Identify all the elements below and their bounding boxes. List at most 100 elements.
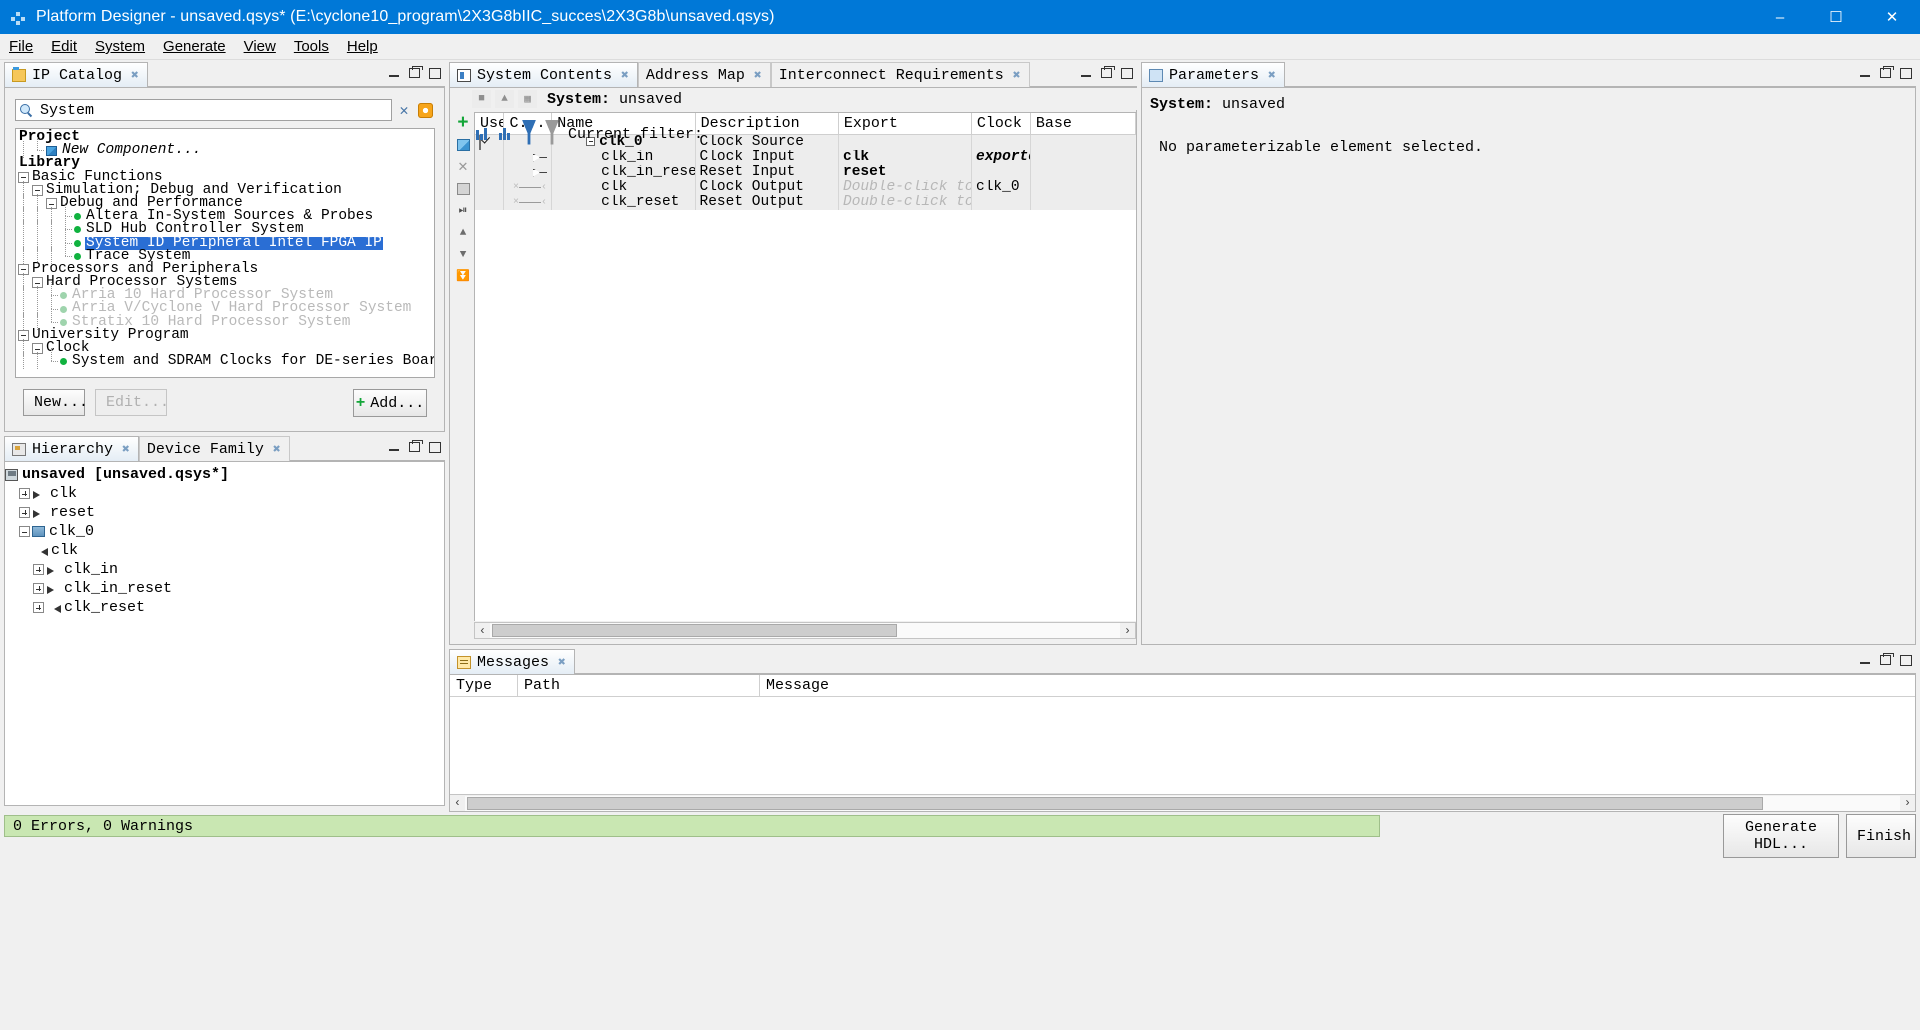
scroll-left-icon[interactable]: ‹ (475, 624, 490, 638)
use-cell[interactable] (475, 165, 505, 180)
close-icon[interactable]: ✖ (273, 442, 281, 457)
tab-interconnect-requirements[interactable]: Interconnect Requirements ✖ (770, 62, 1030, 87)
add-component-button[interactable]: + Add... (353, 389, 427, 417)
scrollbar-thumb[interactable] (492, 624, 897, 637)
export-cell[interactable]: Double-click to (839, 180, 973, 195)
collapse-icon[interactable] (19, 526, 30, 537)
column-header-clock[interactable]: Clock (972, 113, 1031, 134)
menu-view[interactable]: View (235, 35, 285, 58)
edit-icon[interactable] (454, 180, 472, 198)
minimize-icon[interactable] (388, 66, 401, 79)
hierarchy-tree-item[interactable]: unsaved [unsaved.qsys*] (5, 465, 444, 484)
name-cell[interactable]: clk_in (552, 150, 696, 165)
use-cell[interactable] (475, 150, 505, 165)
maximize-icon[interactable] (1100, 66, 1115, 79)
name-cell[interactable]: clk_reset (552, 195, 696, 210)
table-body[interactable]: clk_0 Clock Source clk_in Clock Input clk exp… (475, 135, 1136, 210)
menu-edit[interactable]: Edit (42, 35, 86, 58)
base-cell[interactable] (1031, 135, 1136, 150)
table-row[interactable]: × ‹ clk Clock Output Double-click to clk_0 (475, 180, 1136, 195)
tab-address-map[interactable]: Address Map ✖ (637, 62, 771, 87)
expand-icon[interactable] (33, 602, 44, 613)
ip-catalog-tree-item[interactable]: New Component... (18, 137, 434, 159)
new-component-button[interactable]: New... (23, 389, 88, 416)
ip-search-box[interactable] (15, 99, 392, 121)
minimize-icon[interactable] (1080, 66, 1093, 79)
clock-cell[interactable]: clk_0 (972, 180, 1031, 195)
hierarchy-tree-item[interactable]: reset (5, 503, 444, 522)
hierarchy-tree-item[interactable]: clk (5, 541, 444, 560)
export-cell[interactable]: clk (839, 150, 973, 165)
expand-icon[interactable] (19, 488, 30, 499)
move-bottom-icon[interactable]: ⏬ (454, 268, 472, 286)
close-icon[interactable]: ✖ (754, 68, 762, 83)
maximize-icon[interactable] (408, 440, 423, 453)
filter-ports-icon[interactable] (476, 127, 492, 142)
restore-icon[interactable] (428, 440, 441, 453)
filter-connections-icon[interactable] (499, 127, 515, 142)
add-icon[interactable]: + (454, 114, 472, 133)
move-up-button[interactable]: ▲ (495, 90, 514, 108)
use-cell[interactable] (475, 180, 505, 195)
hierarchy-tree-item[interactable]: clk (5, 484, 444, 503)
gear-icon[interactable] (416, 101, 435, 120)
close-icon[interactable]: ✖ (1013, 68, 1021, 83)
close-icon[interactable]: ✖ (558, 655, 566, 670)
export-cell[interactable] (839, 135, 973, 150)
move-up-icon[interactable]: ▲ (454, 224, 472, 242)
tab-parameters[interactable]: Parameters ✖ (1141, 62, 1285, 87)
finish-button[interactable]: Finish (1846, 814, 1916, 858)
ip-catalog-tree-item[interactable]: System and SDRAM Clocks for DE-series Bo… (18, 348, 434, 370)
hierarchy-tree-item[interactable]: clk_0 (5, 522, 444, 541)
ip-catalog-tree[interactable]: Project New Component... Library Basic Func… (15, 128, 435, 378)
menu-tools[interactable]: Tools (285, 35, 338, 58)
filter-icon[interactable] (522, 119, 538, 145)
scrollbar-thumb[interactable] (467, 796, 1763, 810)
clock-cell[interactable] (972, 195, 1031, 210)
move-down-icon[interactable]: ▼ (454, 246, 472, 264)
maximize-icon[interactable] (1879, 66, 1894, 79)
menu-system[interactable]: System (86, 35, 154, 58)
hierarchy-tree[interactable]: unsaved [unsaved.qsys*] clk reset clk_0 clk c… (4, 461, 445, 806)
tab-device-family[interactable]: Device Family ✖ (138, 436, 290, 461)
hierarchy-tree-item[interactable]: clk_in (5, 560, 444, 579)
base-cell[interactable] (1031, 150, 1136, 165)
table-row[interactable]: clk_in Clock Input clk exported (475, 150, 1136, 165)
system-contents-table[interactable]: Use C... Name Description Export Clock Base cl… (474, 112, 1136, 621)
clock-cell[interactable] (972, 135, 1031, 150)
table-row[interactable]: × ‹ clk_reset Reset Output Double-click to (475, 195, 1136, 210)
ip-search-input[interactable] (38, 100, 391, 120)
move-top-icon[interactable]: ⏯ (454, 202, 472, 220)
minimize-button[interactable]: – (1752, 0, 1808, 34)
tab-hierarchy[interactable]: Hierarchy ✖ (4, 436, 139, 461)
scrollbar-track[interactable] (490, 623, 1120, 638)
scroll-right-icon[interactable]: › (1120, 624, 1135, 638)
table-row[interactable]: clk_in_reset Reset Input reset (475, 165, 1136, 180)
use-cell[interactable] (475, 195, 505, 210)
maximize-button[interactable]: ☐ (1808, 0, 1864, 34)
hierarchy-tree-item[interactable]: clk_reset (5, 598, 444, 617)
column-header-description[interactable]: Description (696, 113, 839, 134)
minimize-icon[interactable] (1859, 653, 1872, 666)
tab-system-contents[interactable]: System Contents ✖ (449, 62, 638, 87)
expand-icon[interactable] (33, 583, 44, 594)
name-cell[interactable]: clk (552, 180, 696, 195)
scroll-right-icon[interactable]: › (1900, 796, 1915, 810)
maximize-icon[interactable] (1879, 653, 1894, 666)
system-contents-hscrollbar[interactable]: ‹ › (474, 622, 1136, 639)
base-cell[interactable] (1031, 180, 1136, 195)
minimize-icon[interactable] (1859, 66, 1872, 79)
close-icon[interactable]: ✖ (131, 68, 139, 83)
duplicate-icon[interactable] (454, 136, 472, 154)
menu-generate[interactable]: Generate (154, 35, 235, 58)
remove-icon[interactable]: ✕ (454, 158, 472, 176)
clock-cell[interactable]: exported (972, 150, 1031, 165)
messages-hscrollbar[interactable]: ‹ › (450, 794, 1915, 811)
base-cell[interactable] (1031, 165, 1136, 180)
ip-catalog-tree-item[interactable]: System ID Peripheral Intel FPGA IP (18, 229, 434, 251)
expand-icon[interactable] (19, 507, 30, 518)
minimize-icon[interactable] (388, 440, 401, 453)
clock-cell[interactable] (972, 165, 1031, 180)
generate-hdl-button[interactable]: Generate HDL... (1723, 814, 1839, 858)
close-icon[interactable]: ✖ (122, 442, 130, 457)
